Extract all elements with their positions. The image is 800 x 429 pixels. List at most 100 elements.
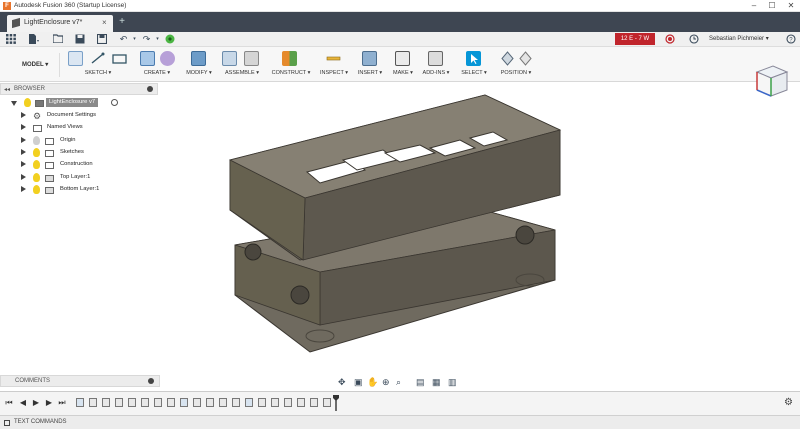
sphere-icon[interactable] (160, 51, 175, 66)
timeline-feature[interactable] (141, 398, 149, 407)
new-tab-button[interactable]: + (117, 17, 127, 27)
timeline-feature[interactable] (310, 398, 318, 407)
inspect-group[interactable]: INSPECT ▾ (318, 50, 350, 80)
browser-item-bottom-layer[interactable]: Bottom Layer:1 (0, 184, 160, 196)
data-panel-grid-icon[interactable] (5, 34, 16, 45)
timeline-feature[interactable] (284, 398, 292, 407)
redo-icon[interactable]: ↷ (141, 34, 152, 45)
new-component-icon[interactable] (222, 51, 237, 66)
record-icon[interactable] (664, 34, 675, 45)
panel-options-icon[interactable] (148, 378, 154, 384)
minimize-button[interactable]: – (748, 1, 760, 11)
step-forward-icon[interactable]: ▶ (44, 398, 54, 408)
timeline-feature[interactable] (258, 398, 266, 407)
history-clock-icon[interactable] (688, 34, 699, 45)
help-icon[interactable]: ? (785, 34, 796, 45)
timeline-feature[interactable] (89, 398, 97, 407)
select-cursor-icon[interactable] (466, 51, 481, 66)
go-to-end-icon[interactable]: ⏭ (57, 398, 67, 408)
visibility-bulb-icon[interactable] (33, 185, 40, 194)
expand-arrow-icon[interactable] (11, 101, 17, 109)
timeline-feature[interactable] (128, 398, 136, 407)
document-tab[interactable]: LightEnclosure v7* × (7, 15, 113, 32)
online-status-icon[interactable] (164, 34, 175, 45)
line-icon[interactable] (90, 51, 105, 66)
orbit-icon[interactable]: ✥ (338, 377, 346, 387)
browser-root-item[interactable]: LightEnclosure v7 (0, 97, 160, 109)
redo-dropdown-icon[interactable]: ▾ (152, 34, 163, 45)
visibility-bulb-icon[interactable] (24, 98, 31, 107)
timeline-feature[interactable] (180, 398, 188, 407)
activate-radio-icon[interactable] (111, 99, 118, 106)
comments-panel-header[interactable]: COMMENTS (0, 375, 160, 387)
grid-settings-icon[interactable]: ▦ (432, 377, 441, 387)
timeline-feature[interactable] (245, 398, 253, 407)
look-at-icon[interactable]: ▣ (354, 377, 363, 387)
expand-arrow-icon[interactable] (21, 161, 26, 167)
visibility-bulb-icon[interactable] (33, 160, 40, 169)
close-button[interactable]: ✕ (785, 1, 797, 11)
panel-options-icon[interactable] (147, 86, 153, 92)
expand-arrow-icon[interactable] (21, 149, 26, 155)
open-folder-icon[interactable] (51, 34, 64, 45)
extrude-icon[interactable] (140, 51, 155, 66)
timeline-feature[interactable] (102, 398, 110, 407)
undo-dropdown-icon[interactable]: ▾ (129, 34, 140, 45)
save-icon[interactable] (74, 34, 85, 45)
browser-item-document-settings[interactable]: ⚙ Document Settings (0, 110, 160, 122)
scripts-icon[interactable] (428, 51, 443, 66)
create-group[interactable]: CREATE ▾ (136, 50, 178, 80)
capture-position-icon[interactable] (500, 51, 515, 66)
revert-position-icon[interactable] (518, 51, 533, 66)
modify-group[interactable]: MODIFY ▾ (186, 50, 212, 80)
workspace-switcher[interactable]: MODEL ▾ (6, 53, 60, 77)
press-pull-icon[interactable] (191, 51, 206, 66)
expand-icon[interactable] (4, 420, 10, 426)
zoom-icon[interactable]: ⊕ (382, 377, 390, 387)
timeline-marker[interactable] (333, 395, 339, 411)
create-sketch-icon[interactable] (68, 51, 83, 66)
text-commands-bar[interactable]: TEXT COMMANDS (0, 415, 800, 429)
browser-item-sketches[interactable]: Sketches (0, 147, 160, 159)
browser-item-top-layer[interactable]: Top Layer:1 (0, 172, 160, 184)
gear-icon[interactable]: ⚙ (784, 397, 793, 408)
browser-item-named-views[interactable]: Named Views (0, 122, 160, 134)
browser-panel-header[interactable]: ◂◂ BROWSER (0, 83, 158, 95)
timeline-feature[interactable] (206, 398, 214, 407)
add-ins-group[interactable]: ADD-INS ▾ (420, 50, 452, 80)
fit-zoom-icon[interactable]: ⌕ (396, 377, 401, 387)
maximize-button[interactable]: ☐ (766, 1, 778, 11)
offset-plane-icon[interactable] (282, 51, 297, 66)
play-icon[interactable]: ▶ (31, 398, 41, 408)
display-settings-icon[interactable]: ▤ (416, 377, 425, 387)
measure-icon[interactable] (326, 51, 341, 66)
save-icon[interactable] (96, 33, 107, 45)
expand-arrow-icon[interactable] (21, 186, 26, 192)
enclosure-3d-model[interactable] (225, 90, 585, 360)
timeline-feature[interactable] (271, 398, 279, 407)
collapse-panel-icon[interactable]: ◂◂ (4, 86, 10, 93)
rectangle-icon[interactable] (112, 51, 127, 66)
select-group[interactable]: SELECT ▾ (458, 50, 490, 80)
view-cube[interactable] (747, 56, 795, 104)
expand-arrow-icon[interactable] (21, 137, 26, 143)
close-tab-icon[interactable]: × (102, 18, 107, 27)
timeline-feature[interactable] (167, 398, 175, 407)
timeline-feature[interactable] (297, 398, 305, 407)
timeline-feature[interactable] (193, 398, 201, 407)
visibility-bulb-icon[interactable] (33, 136, 40, 145)
expand-arrow-icon[interactable] (21, 174, 26, 180)
user-account-menu[interactable]: Sebastian Pichmeier ▾ (709, 35, 769, 42)
timeline-feature[interactable] (154, 398, 162, 407)
3d-print-icon[interactable] (395, 51, 410, 66)
timeline-feature[interactable] (323, 398, 331, 407)
assemble-group[interactable]: ASSEMBLE ▾ (220, 50, 264, 80)
visibility-bulb-icon[interactable] (33, 173, 40, 182)
job-status-badge[interactable]: 12 E - 7 W (615, 33, 655, 45)
viewports-icon[interactable]: ▥ (448, 377, 457, 387)
file-menu-icon[interactable] (28, 34, 39, 45)
browser-item-origin[interactable]: Origin (0, 135, 160, 147)
timeline-feature[interactable] (232, 398, 240, 407)
timeline-feature[interactable] (219, 398, 227, 407)
go-to-start-icon[interactable]: ⏮ (4, 398, 14, 408)
